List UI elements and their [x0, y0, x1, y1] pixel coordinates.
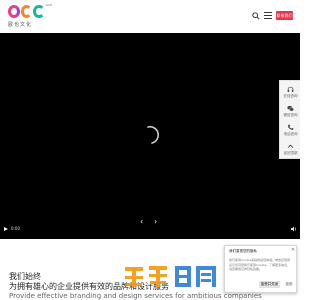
phone-icon [288, 124, 294, 130]
cookie-text: 我们使用Cookie来提供最佳体验。单击接受即表示您同意我们使用Cookie。了… [229, 258, 291, 271]
play-icon[interactable] [4, 227, 8, 231]
time-label: 0:00 [11, 226, 20, 231]
close-icon[interactable]: ✕ [291, 247, 295, 253]
loading-spinner-icon [147, 125, 160, 144]
float-label: 在线咨询 [283, 94, 298, 98]
float-label: 返回顶部 [283, 151, 298, 155]
contact-button[interactable]: 联系我们 [276, 11, 293, 20]
wechat-icon [287, 105, 294, 112]
prev-slide-button[interactable]: ‹ [140, 218, 143, 226]
logo-mark: OCE [8, 3, 52, 19]
next-slide-button[interactable]: › [154, 218, 157, 226]
video-controls: 0:00 ‹ › [0, 218, 300, 239]
cookie-title: 我们重视您的隐私 [229, 249, 257, 253]
float-item-online[interactable]: 在线咨询 [280, 83, 301, 102]
accept-cookies-button[interactable]: 接受并关闭 [259, 281, 280, 288]
headset-icon [287, 86, 294, 92]
float-item-phone[interactable]: 电话咨询 [280, 121, 301, 140]
watermark-logo [125, 266, 216, 287]
logo-trademark: OCE [45, 3, 52, 7]
logo-text: 歐也文化 [8, 22, 33, 28]
site-header: OCE 歐也文化 联系我们 [0, 0, 300, 33]
float-item-back-to-top[interactable]: 返回顶部 [280, 140, 301, 159]
brand-logo[interactable]: OCE 歐也文化 [8, 3, 52, 29]
section-english: Provide effective branding and design se… [9, 292, 262, 300]
search-icon[interactable] [252, 12, 260, 20]
floating-contact-bar: 在线咨询 微信咨询 电话咨询 返回顶部 [279, 80, 300, 159]
float-label: 微信咨询 [283, 113, 298, 117]
cookie-consent-popup: 我们重视您的隐私 ✕ 我们使用Cookie来提供最佳体验。单击接受即表示您同意我… [224, 245, 297, 293]
volume-icon[interactable] [291, 226, 297, 232]
decline-cookies-button[interactable]: 拒绝 [283, 281, 295, 288]
float-item-wechat[interactable]: 微信咨询 [280, 102, 301, 121]
arrow-up-icon [287, 144, 294, 148]
float-label: 电话咨询 [283, 132, 298, 136]
menu-icon[interactable] [264, 12, 272, 20]
hero-video[interactable]: 0:00 ‹ › [0, 33, 300, 239]
